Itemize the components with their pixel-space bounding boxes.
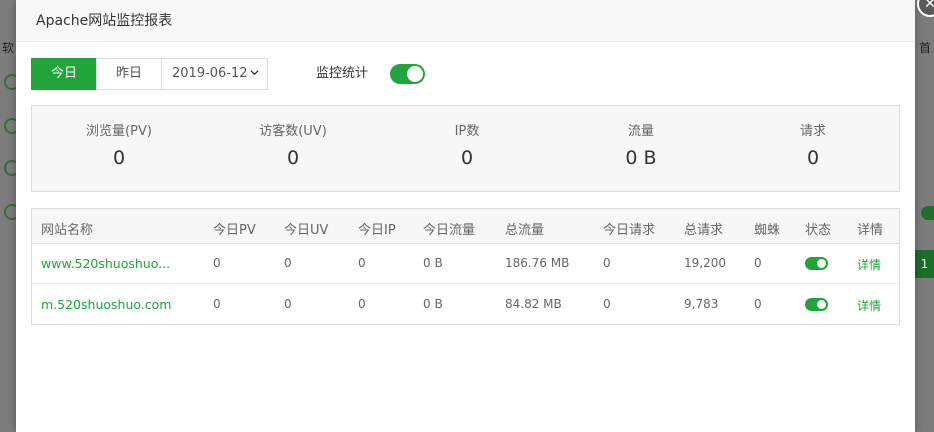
summary-label: 请求 [799,124,826,139]
background-right-panel: 首 1 [915,30,934,432]
total-flow: 84.82 MB [505,297,562,311]
column-header: 总请求 [684,223,724,238]
column-header: 今日IP [358,223,396,238]
summary-label: 浏览量(PV) [86,124,152,139]
close-icon: ✕ [924,0,934,12]
spider-count: 0 [754,256,762,270]
summary-value: 0 [286,147,300,169]
today-flow: 0 B [423,297,443,311]
summary-value: 0 [460,147,474,169]
column-header: 状态 [805,223,832,238]
dialog-title: Apache网站监控报表 [36,13,173,29]
today-ip: 0 [358,297,366,311]
column-header: 今日PV [213,223,256,238]
today-flow: 0 B [423,256,443,270]
monitor-report-dialog: Apache网站监控报表 ✕ 今日 昨日 2019-06-12 监控统计 浏览量… [16,0,934,432]
summary-ip: IP数 0 [380,106,554,193]
detail-link[interactable]: 详情 [857,297,881,314]
table-header: 网站名称 今日PV 今日UV 今日IP 今日流量 总流量 今日请求 总请求 蜘蛛… [32,209,899,244]
summary-flow: 流量 0 B [554,106,728,193]
background-left-panel: 软 [0,30,20,432]
total-flow: 186.76 MB [505,256,570,270]
column-header: 今日请求 [603,223,656,238]
date-select-value: 2019-06-12 [172,66,248,81]
summary-label: 流量 [627,124,654,139]
summary-uv: 访客数(UV) 0 [206,106,380,193]
total-requests: 9,783 [684,297,719,311]
background-toggle [921,206,934,220]
today-tab[interactable]: 今日 [31,58,97,90]
today-ip: 0 [358,256,366,270]
background-left-label: 软 [2,41,15,55]
today-pv: 0 [213,256,221,270]
background-page-button: 1 [915,250,934,278]
summary-requests: 请求 0 [726,106,900,193]
today-pv: 0 [213,297,221,311]
column-header: 今日UV [284,223,329,238]
monitor-stat-label: 监控统计 [316,66,369,81]
today-requests: 0 [603,297,611,311]
summary-label: 访客数(UV) [259,124,327,139]
column-header: 蜘蛛 [754,223,781,238]
total-requests: 19,200 [684,256,726,270]
column-header: 总流量 [505,223,545,238]
dialog-header: Apache网站监控报表 [16,0,915,42]
today-requests: 0 [603,256,611,270]
site-name-link[interactable]: m.520shuoshuo.com [41,297,171,312]
today-uv: 0 [284,256,292,270]
sites-table: 网站名称 今日PV 今日UV 今日IP 今日流量 总流量 今日请求 总请求 蜘蛛… [31,208,900,325]
site-name-link[interactable]: www.520shuoshuo... [41,256,170,271]
summary-value: 0 B [625,147,657,169]
summary-value: 0 [112,147,126,169]
background-right-label: 首 [919,41,932,55]
summary-pv: 浏览量(PV) 0 [32,106,206,193]
table-row: m.520shuoshuo.com 0 0 0 0 B 84.82 MB 0 9… [32,284,899,325]
site-status-toggle[interactable] [805,298,828,311]
column-header: 网站名称 [41,223,94,238]
column-header: 详情 [857,223,884,238]
table-row: www.520shuoshuo... 0 0 0 0 B 186.76 MB 0… [32,243,899,284]
monitor-stat-toggle[interactable] [390,64,425,84]
spider-count: 0 [754,297,762,311]
date-select[interactable]: 2019-06-12 [161,58,268,90]
summary-value: 0 [806,147,820,169]
yesterday-tab[interactable]: 昨日 [96,58,162,90]
column-header: 今日流量 [423,223,476,238]
summary-panel: 浏览量(PV) 0 访客数(UV) 0 IP数 0 流量 0 B 请求 0 [31,105,900,192]
chevron-down-icon [250,70,259,76]
detail-link[interactable]: 详情 [857,256,881,273]
site-status-toggle[interactable] [805,257,828,270]
summary-label: IP数 [454,124,480,139]
today-uv: 0 [284,297,292,311]
